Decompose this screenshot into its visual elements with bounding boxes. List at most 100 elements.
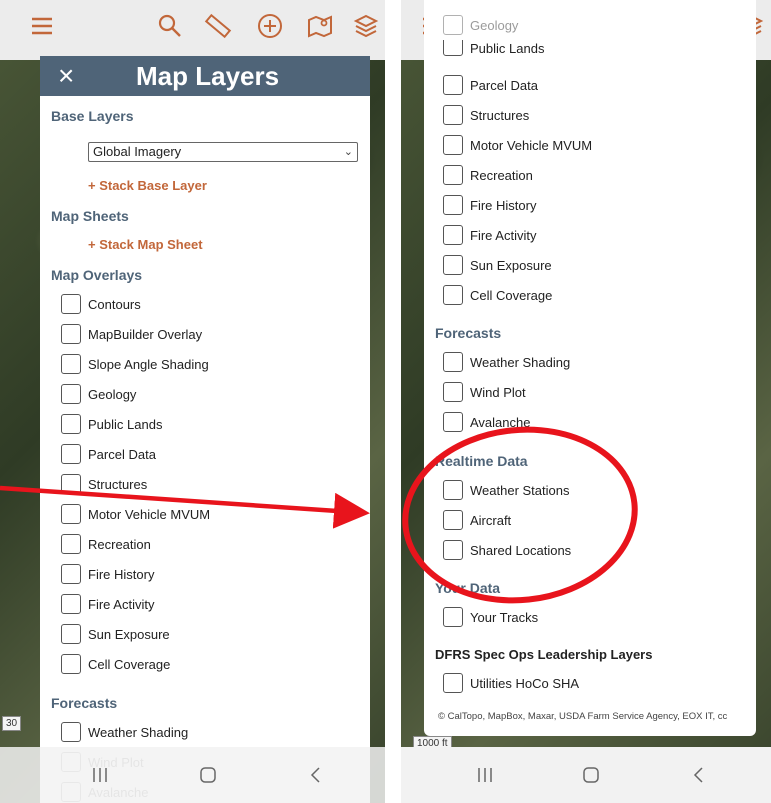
checkbox[interactable] (443, 225, 463, 245)
forecast-label: Wind Plot (470, 384, 526, 400)
your-tracks[interactable]: Your Tracks (443, 602, 538, 632)
checkbox[interactable] (443, 412, 463, 432)
checkbox[interactable] (61, 722, 81, 742)
realtime-aircraft[interactable]: Aircraft (443, 505, 511, 535)
overlay-sun-exposure[interactable]: Sun Exposure (61, 619, 170, 649)
checkbox[interactable] (61, 324, 81, 344)
map-attribution: © CalTopo, MapBox, Maxar, USDA Farm Serv… (438, 711, 728, 722)
checkbox[interactable] (443, 510, 463, 530)
overlay-cell-coverage[interactable]: Cell Coverage (61, 649, 170, 679)
forecast-wind-plot[interactable]: Wind Plot (443, 377, 526, 407)
home-icon (200, 767, 216, 783)
overlay-fire-activity[interactable]: Fire Activity (443, 220, 536, 250)
overlay-recreation[interactable]: Recreation (61, 529, 151, 559)
panel-title: Map Layers (136, 61, 280, 91)
map-marker-icon[interactable] (302, 8, 338, 44)
recents-button[interactable] (465, 761, 505, 789)
overlay-cell-coverage[interactable]: Cell Coverage (443, 280, 552, 310)
overlay-label: Cell Coverage (88, 656, 171, 672)
checkbox[interactable] (61, 474, 81, 494)
realtime-shared-locations[interactable]: Shared Locations (443, 535, 571, 565)
checkbox[interactable] (61, 564, 81, 584)
checkbox[interactable] (61, 654, 81, 674)
overlay-contours[interactable]: Contours (61, 289, 141, 319)
system-nav-bar (0, 747, 385, 803)
menu-icon[interactable] (24, 8, 60, 44)
checkbox[interactable] (61, 534, 81, 554)
dfrs-layers-title: DFRS Spec Ops Leadership Layers (435, 647, 653, 662)
checkbox[interactable] (443, 352, 463, 372)
stack-map-sheet-link[interactable]: + Stack Map Sheet (88, 237, 203, 252)
checkbox[interactable] (61, 384, 81, 404)
overlay-slope-angle[interactable]: Slope Angle Shading (61, 349, 209, 379)
overlay-mvum[interactable]: Motor Vehicle MVUM (61, 499, 210, 529)
checkbox[interactable] (443, 673, 463, 693)
checkbox[interactable] (61, 414, 81, 434)
overlay-structures[interactable]: Structures (443, 100, 529, 130)
overlay-label: Recreation (470, 167, 533, 183)
realtime-weather-stations[interactable]: Weather Stations (443, 475, 569, 505)
forecast-weather-shading[interactable]: Weather Shading (61, 717, 188, 747)
checkbox[interactable] (443, 105, 463, 125)
overlay-fire-history[interactable]: Fire History (61, 559, 154, 589)
overlay-geology[interactable]: Geology (61, 379, 136, 409)
checkbox[interactable] (61, 594, 81, 614)
checkbox[interactable] (61, 624, 81, 644)
checkbox[interactable] (443, 480, 463, 500)
checkbox[interactable] (443, 135, 463, 155)
checkbox[interactable] (443, 382, 463, 402)
panel-header: × Map Layers (40, 56, 370, 96)
checkbox[interactable] (61, 294, 81, 314)
forecasts-title: Forecasts (435, 325, 502, 341)
checkbox[interactable] (443, 607, 463, 627)
map-sheets-title: Map Sheets (51, 208, 129, 224)
base-layer-value: Global Imagery (93, 144, 182, 159)
overlay-label: Fire Activity (470, 227, 537, 243)
dfrs-utilities-hoco-sha[interactable]: Utilities HoCo SHA (443, 668, 579, 698)
layers-icon[interactable] (348, 8, 384, 44)
overlay-label: Recreation (88, 536, 151, 552)
checkbox[interactable] (61, 444, 81, 464)
recents-icon (478, 768, 492, 782)
checkbox[interactable] (443, 75, 463, 95)
overlay-fire-history[interactable]: Fire History (443, 190, 536, 220)
checkbox[interactable] (443, 40, 463, 56)
forecast-weather-shading[interactable]: Weather Shading (443, 347, 570, 377)
checkbox[interactable] (443, 540, 463, 560)
forecast-label: Weather Shading (470, 354, 571, 370)
forecast-avalanche[interactable]: Avalanche (443, 407, 530, 437)
overlay-geology[interactable]: Geology (443, 10, 518, 40)
add-circle-icon[interactable] (252, 8, 288, 44)
overlay-label: Motor Vehicle MVUM (470, 137, 593, 153)
checkbox[interactable] (443, 195, 463, 215)
checkbox[interactable] (443, 255, 463, 275)
checkbox[interactable] (61, 354, 81, 374)
checkbox[interactable] (61, 504, 81, 524)
overlay-recreation[interactable]: Recreation (443, 160, 533, 190)
overlay-fire-activity[interactable]: Fire Activity (61, 589, 154, 619)
back-button[interactable] (296, 761, 336, 789)
recents-button[interactable] (80, 761, 120, 789)
checkbox[interactable] (443, 15, 463, 35)
overlay-parcel-data[interactable]: Parcel Data (61, 439, 156, 469)
close-icon[interactable]: × (58, 60, 74, 92)
checkbox[interactable] (443, 285, 463, 305)
forecast-label: Avalanche (470, 414, 531, 430)
home-button[interactable] (188, 761, 228, 789)
base-layer-select[interactable]: Global Imagery ⌄ (88, 142, 358, 162)
home-button[interactable] (571, 761, 611, 789)
search-icon[interactable] (152, 8, 188, 44)
overlay-structures[interactable]: Structures (61, 469, 147, 499)
overlay-mapbuilder[interactable]: MapBuilder Overlay (61, 319, 202, 349)
back-button[interactable] (679, 761, 719, 789)
overlay-public-lands[interactable]: Public Lands (61, 409, 162, 439)
overlay-mvum[interactable]: Motor Vehicle MVUM (443, 130, 592, 160)
overlay-parcel-data[interactable]: Parcel Data (443, 70, 538, 100)
back-icon (310, 767, 320, 783)
ruler-icon[interactable] (200, 8, 236, 44)
checkbox[interactable] (443, 165, 463, 185)
overlay-public-lands[interactable]: Public Lands (443, 40, 544, 56)
overlay-label: Slope Angle Shading (88, 356, 209, 372)
overlay-sun-exposure[interactable]: Sun Exposure (443, 250, 552, 280)
stack-base-layer-link[interactable]: + Stack Base Layer (88, 178, 207, 193)
